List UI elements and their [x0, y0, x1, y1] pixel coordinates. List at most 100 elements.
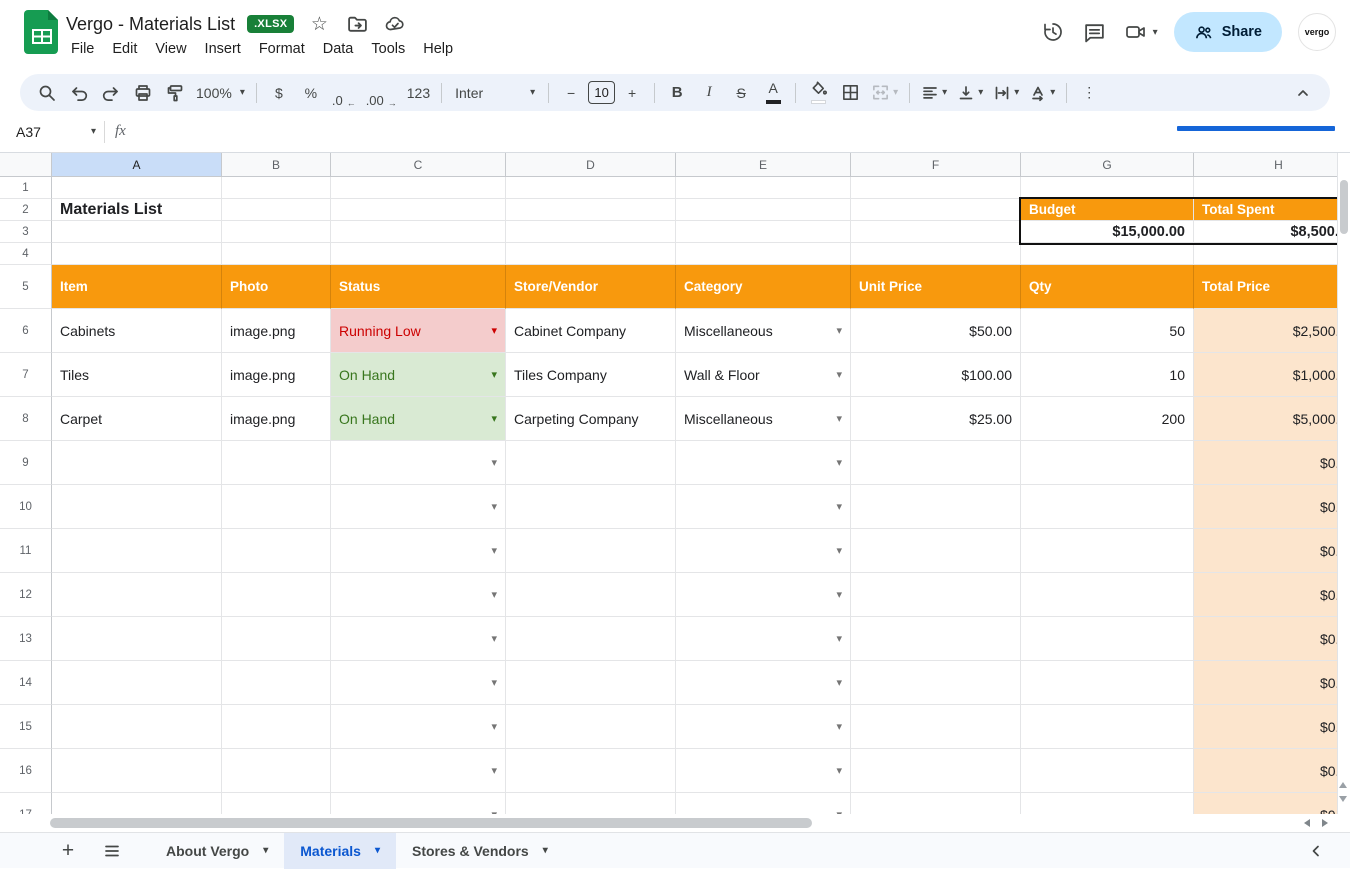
- cell-F16[interactable]: [851, 749, 1021, 793]
- cell-G15[interactable]: [1021, 705, 1194, 749]
- google-sheets-logo-icon[interactable]: [24, 9, 60, 55]
- cell-photo-r8[interactable]: image.png: [222, 397, 331, 441]
- scroll-left-arrow[interactable]: [1304, 819, 1310, 827]
- cell-status-r10[interactable]: ▾: [331, 485, 506, 529]
- cell-A12[interactable]: [52, 573, 222, 617]
- row-header-12[interactable]: 12: [0, 573, 52, 617]
- menu-view[interactable]: View: [146, 38, 195, 60]
- cell-F1[interactable]: [851, 177, 1021, 199]
- search-icon[interactable]: [32, 78, 62, 108]
- cell-unit-price-r6[interactable]: $50.00: [851, 309, 1021, 353]
- cell-item-r7[interactable]: Tiles: [52, 353, 222, 397]
- cell-total-price-r11[interactable]: $0.00: [1194, 529, 1350, 573]
- cell-D12[interactable]: [506, 573, 676, 617]
- cell-category-r11[interactable]: ▾: [676, 529, 851, 573]
- dropdown-arrow-icon[interactable]: ▾: [836, 412, 842, 425]
- dropdown-arrow-icon[interactable]: ▾: [491, 500, 497, 513]
- cell-B1[interactable]: [222, 177, 331, 199]
- cell-status-r6[interactable]: Running Low▾: [331, 309, 506, 353]
- cell-D10[interactable]: [506, 485, 676, 529]
- increase-decimal-button[interactable]: .00→: [362, 78, 401, 108]
- paint-format-icon[interactable]: [160, 78, 190, 108]
- column-header-B[interactable]: B: [222, 153, 331, 177]
- cell-D17[interactable]: [506, 793, 676, 814]
- dropdown-arrow-icon[interactable]: ▾: [836, 764, 842, 777]
- text-rotation-button[interactable]: ▾: [1025, 78, 1059, 108]
- vertical-scrollbar[interactable]: [1337, 153, 1350, 814]
- dropdown-arrow-icon[interactable]: ▾: [491, 632, 497, 645]
- dropdown-arrow-icon[interactable]: ▾: [491, 368, 497, 381]
- dropdown-arrow-icon[interactable]: ▾: [836, 456, 842, 469]
- cell-category-r14[interactable]: ▾: [676, 661, 851, 705]
- cell-G11[interactable]: [1021, 529, 1194, 573]
- cell-status-r11[interactable]: ▾: [331, 529, 506, 573]
- cell-total-price-r16[interactable]: $0.00: [1194, 749, 1350, 793]
- dropdown-arrow-icon[interactable]: ▾: [491, 676, 497, 689]
- cell-A4[interactable]: [52, 243, 222, 265]
- cell-C4[interactable]: [331, 243, 506, 265]
- cell-A1[interactable]: [52, 177, 222, 199]
- redo-icon[interactable]: [96, 78, 126, 108]
- column-header-G[interactable]: G: [1021, 153, 1194, 177]
- cell-G13[interactable]: [1021, 617, 1194, 661]
- cell-B10[interactable]: [222, 485, 331, 529]
- menu-format[interactable]: Format: [250, 38, 314, 60]
- cell-qty-r8[interactable]: 200: [1021, 397, 1194, 441]
- table-header-status[interactable]: Status: [331, 265, 506, 309]
- zoom-select[interactable]: 100%▾: [192, 78, 249, 108]
- column-header-H[interactable]: H: [1194, 153, 1350, 177]
- cell-F9[interactable]: [851, 441, 1021, 485]
- cell-status-r13[interactable]: ▾: [331, 617, 506, 661]
- star-icon[interactable]: ☆: [306, 11, 332, 37]
- row-header-6[interactable]: 6: [0, 309, 52, 353]
- cell-F4[interactable]: [851, 243, 1021, 265]
- cell-status-r15[interactable]: ▾: [331, 705, 506, 749]
- dropdown-arrow-icon[interactable]: ▾: [836, 544, 842, 557]
- cell-B14[interactable]: [222, 661, 331, 705]
- menu-edit[interactable]: Edit: [103, 38, 146, 60]
- cell-E1[interactable]: [676, 177, 851, 199]
- strikethrough-button[interactable]: S: [726, 78, 756, 108]
- vertical-scrollbar-thumb[interactable]: [1340, 180, 1348, 234]
- cell-budget-value[interactable]: $15,000.00: [1021, 221, 1194, 243]
- account-avatar[interactable]: vergo: [1298, 13, 1336, 51]
- cell-F14[interactable]: [851, 661, 1021, 705]
- table-header-category[interactable]: Category: [676, 265, 851, 309]
- cell-status-r12[interactable]: ▾: [331, 573, 506, 617]
- cell-status-r16[interactable]: ▾: [331, 749, 506, 793]
- fill-color-button[interactable]: [803, 78, 833, 108]
- cell-F10[interactable]: [851, 485, 1021, 529]
- cell-H1[interactable]: [1194, 177, 1350, 199]
- cell-D3[interactable]: [506, 221, 676, 243]
- row-header-16[interactable]: 16: [0, 749, 52, 793]
- cell-category-r13[interactable]: ▾: [676, 617, 851, 661]
- dropdown-arrow-icon[interactable]: ▾: [491, 764, 497, 777]
- cell-G12[interactable]: [1021, 573, 1194, 617]
- table-header-total-price[interactable]: Total Price: [1194, 265, 1350, 309]
- cell-D11[interactable]: [506, 529, 676, 573]
- select-all-corner[interactable]: [0, 153, 52, 177]
- cell-F11[interactable]: [851, 529, 1021, 573]
- cell-B3[interactable]: [222, 221, 331, 243]
- cell-F2[interactable]: [851, 199, 1021, 221]
- bold-button[interactable]: B: [662, 78, 692, 108]
- cell-E3[interactable]: [676, 221, 851, 243]
- column-header-D[interactable]: D: [506, 153, 676, 177]
- decrease-decimal-button[interactable]: .0←: [328, 78, 360, 108]
- cell-item-r6[interactable]: Cabinets: [52, 309, 222, 353]
- row-header-15[interactable]: 15: [0, 705, 52, 749]
- cell-total-price-r8[interactable]: $5,000.00: [1194, 397, 1350, 441]
- cell-vendor-r8[interactable]: Carpeting Company: [506, 397, 676, 441]
- undo-icon[interactable]: [64, 78, 94, 108]
- name-box[interactable]: A37 ▾: [0, 124, 96, 140]
- cell-unit-price-r8[interactable]: $25.00: [851, 397, 1021, 441]
- cell-A10[interactable]: [52, 485, 222, 529]
- more-formats-button[interactable]: 123: [403, 78, 434, 108]
- move-to-folder-icon[interactable]: [344, 11, 370, 37]
- more-options-button[interactable]: ⋮: [1074, 78, 1104, 108]
- dropdown-arrow-icon[interactable]: ▾: [836, 368, 842, 381]
- cell-A13[interactable]: [52, 617, 222, 661]
- cell-A15[interactable]: [52, 705, 222, 749]
- cell-F13[interactable]: [851, 617, 1021, 661]
- row-header-5[interactable]: 5: [0, 265, 52, 309]
